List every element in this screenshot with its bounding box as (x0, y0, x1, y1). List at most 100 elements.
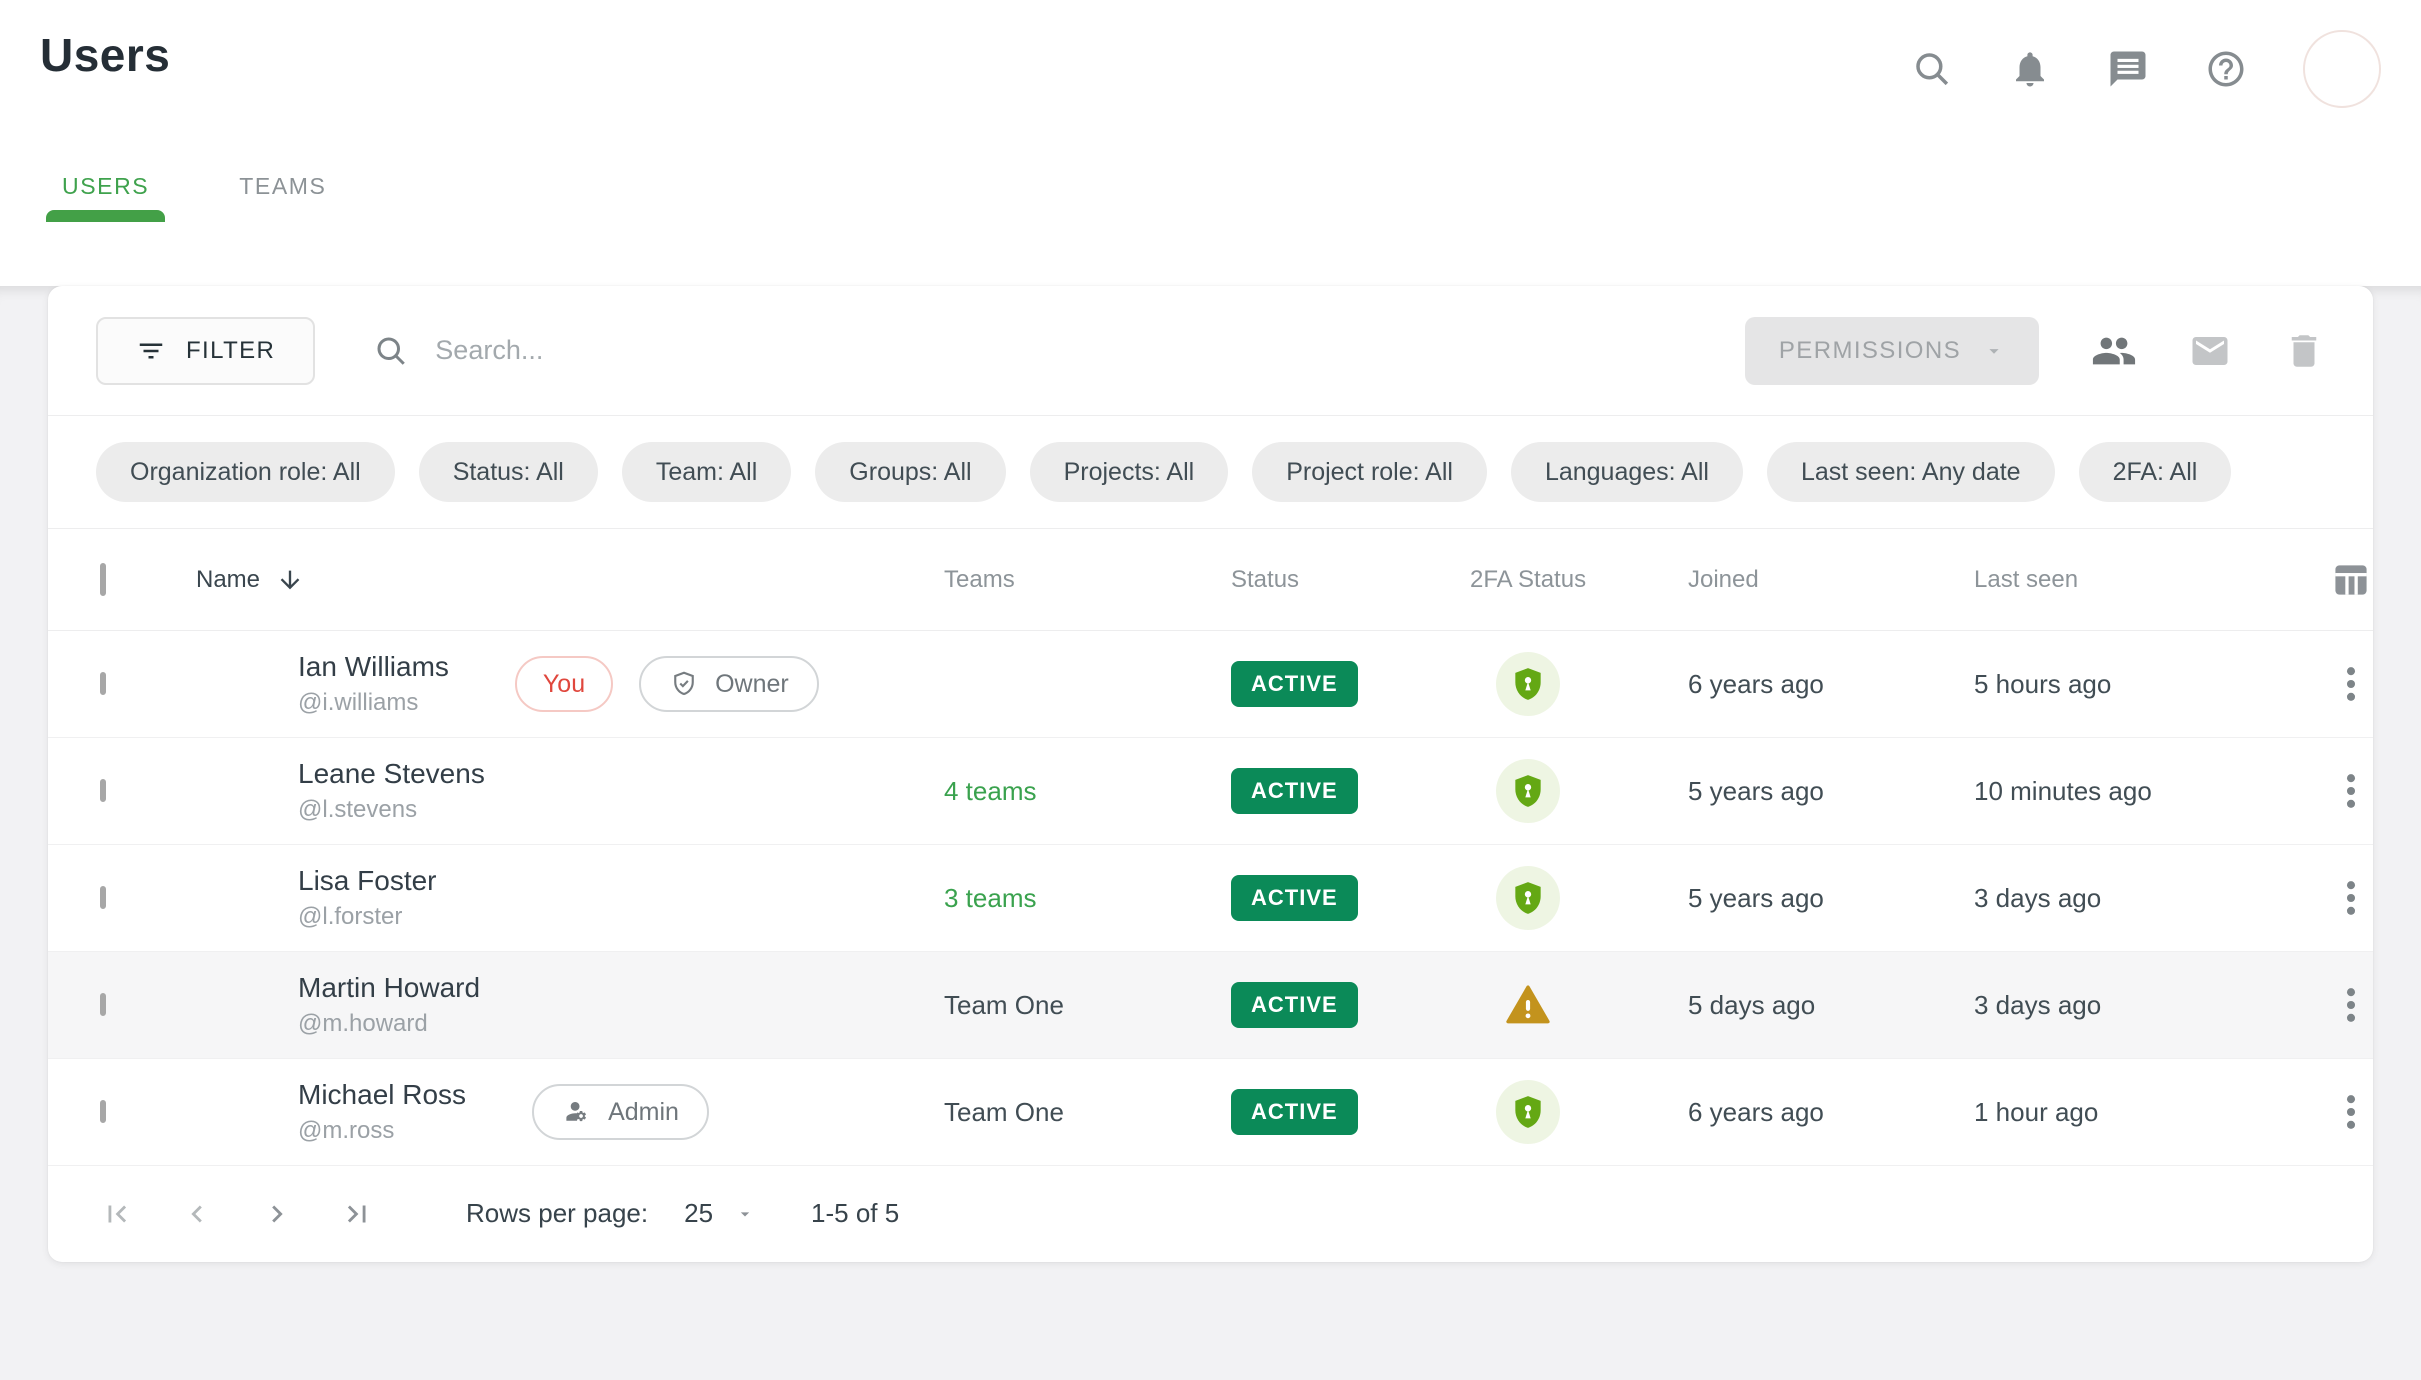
chip-project-role[interactable]: Project role: All (1252, 442, 1487, 502)
last-seen-cell: 3 days ago (1974, 990, 2329, 1021)
row-menu-icon[interactable] (2329, 769, 2373, 813)
help-icon[interactable] (2205, 48, 2247, 90)
table-row: Ian Williams @i.williams You Owner ACTIV… (48, 631, 2373, 738)
chip-last-seen[interactable]: Last seen: Any date (1767, 442, 2055, 502)
joined-cell: 5 years ago (1688, 776, 1974, 807)
avatar (196, 1079, 262, 1145)
previous-page-icon[interactable] (180, 1197, 214, 1231)
add-to-group-icon[interactable] (2091, 328, 2137, 374)
row-menu-icon[interactable] (2329, 662, 2373, 706)
status-badge: ACTIVE (1231, 875, 1358, 921)
user-cell: Leane Stevens @l.stevens (196, 758, 944, 824)
chevron-down-icon (735, 1204, 755, 1224)
column-header-2fa: 2FA Status (1470, 566, 1688, 594)
shield-check-icon (669, 669, 699, 699)
last-seen-cell: 1 hour ago (1974, 1097, 2329, 1128)
user-cell: Ian Williams @i.williams You Owner (196, 651, 944, 717)
column-header-status: Status (1231, 566, 1470, 594)
permissions-button[interactable]: PERMISSIONS (1745, 317, 2039, 385)
toolbar-right: PERMISSIONS (1745, 317, 2325, 385)
search-input[interactable] (435, 335, 1055, 366)
search-icon[interactable] (1911, 48, 1953, 90)
status-badge: ACTIVE (1231, 768, 1358, 814)
row-checkbox[interactable] (100, 779, 106, 802)
tab-users[interactable]: USERS (46, 155, 165, 222)
owner-badge: Owner (639, 656, 819, 712)
chevron-down-icon (1983, 340, 2005, 362)
chip-groups[interactable]: Groups: All (815, 442, 1005, 502)
rows-per-page-label: Rows per page: (466, 1198, 648, 1229)
teams-link[interactable]: 4 teams (944, 776, 1037, 806)
last-seen-cell: 10 minutes ago (1974, 776, 2329, 807)
tfa-cell (1470, 1080, 1688, 1144)
user-handle: @l.stevens (298, 796, 485, 824)
avatar (196, 651, 262, 717)
user-name[interactable]: Michael Ross (298, 1079, 466, 1111)
user-cell: Martin Howard @m.howard (196, 972, 944, 1038)
teams-cell: Team One (944, 1097, 1231, 1128)
user-name[interactable]: Leane Stevens (298, 758, 485, 790)
notifications-icon[interactable] (2009, 48, 2051, 90)
content-area: FILTER PERMISSIONS (0, 286, 2421, 1380)
row-menu-icon[interactable] (2329, 983, 2373, 1027)
tfa-cell (1470, 980, 1688, 1030)
topbar-actions (1911, 30, 2381, 108)
row-checkbox[interactable] (100, 993, 106, 1016)
users-card: FILTER PERMISSIONS (48, 286, 2373, 1262)
chip-team[interactable]: Team: All (622, 442, 791, 502)
active-tab-indicator (46, 210, 165, 222)
teams-cell: Team One (944, 990, 1231, 1021)
admin-badge: Admin (532, 1084, 709, 1140)
user-name[interactable]: Ian Williams (298, 651, 449, 683)
chat-icon[interactable] (2107, 48, 2149, 90)
joined-cell: 5 days ago (1688, 990, 1974, 1021)
last-page-icon[interactable] (340, 1197, 374, 1231)
next-page-icon[interactable] (260, 1197, 294, 1231)
delete-icon[interactable] (2283, 330, 2325, 372)
filter-button[interactable]: FILTER (96, 317, 315, 385)
row-checkbox[interactable] (100, 672, 106, 695)
table-header: Name Teams Status 2FA Status Joined Last… (48, 529, 2373, 631)
joined-cell: 5 years ago (1688, 883, 1974, 914)
row-checkbox[interactable] (100, 886, 106, 909)
topbar: Users USERS TEAMS (0, 0, 2421, 222)
column-header-name[interactable]: Name (196, 566, 944, 594)
first-page-icon[interactable] (100, 1197, 134, 1231)
last-seen-cell: 5 hours ago (1974, 669, 2329, 700)
chip-languages[interactable]: Languages: All (1511, 442, 1743, 502)
user-avatar[interactable] (2303, 30, 2381, 108)
tfa-warning-icon (1503, 980, 1553, 1030)
filter-chips: Organization role: All Status: All Team:… (48, 416, 2373, 529)
table-row: Martin Howard @m.howard Team One ACTIVE … (48, 952, 2373, 1059)
sort-desc-icon (276, 566, 304, 594)
filter-icon (136, 336, 166, 366)
you-badge: You (515, 656, 613, 712)
row-checkbox[interactable] (100, 1100, 106, 1123)
pagination: Rows per page: 25 1-5 of 5 (48, 1166, 2373, 1261)
tab-teams[interactable]: TEAMS (223, 155, 342, 222)
pagination-range: 1-5 of 5 (811, 1198, 899, 1229)
status-badge: ACTIVE (1231, 1089, 1358, 1135)
tfa-cell (1470, 652, 1688, 716)
user-name[interactable]: Martin Howard (298, 972, 480, 1004)
chip-organization-role[interactable]: Organization role: All (96, 442, 395, 502)
last-seen-cell: 3 days ago (1974, 883, 2329, 914)
avatar (196, 865, 262, 931)
tabs: USERS TEAMS (46, 155, 342, 222)
select-all-checkbox[interactable] (100, 563, 106, 596)
status-badge: ACTIVE (1231, 661, 1358, 707)
chip-2fa[interactable]: 2FA: All (2079, 442, 2232, 502)
row-menu-icon[interactable] (2329, 876, 2373, 920)
chip-status[interactable]: Status: All (419, 442, 598, 502)
mail-icon[interactable] (2189, 330, 2231, 372)
tfa-enabled-shield-icon (1509, 772, 1547, 810)
rows-per-page-select[interactable]: 25 (684, 1198, 755, 1229)
column-settings-icon[interactable] (2329, 558, 2373, 602)
chip-projects[interactable]: Projects: All (1030, 442, 1229, 502)
column-header-joined: Joined (1688, 566, 1974, 594)
row-menu-icon[interactable] (2329, 1090, 2373, 1134)
user-name[interactable]: Lisa Foster (298, 865, 437, 897)
table-row: Michael Ross @m.ross Admin Team One ACTI… (48, 1059, 2373, 1166)
tfa-cell (1470, 866, 1688, 930)
teams-link[interactable]: 3 teams (944, 883, 1037, 913)
